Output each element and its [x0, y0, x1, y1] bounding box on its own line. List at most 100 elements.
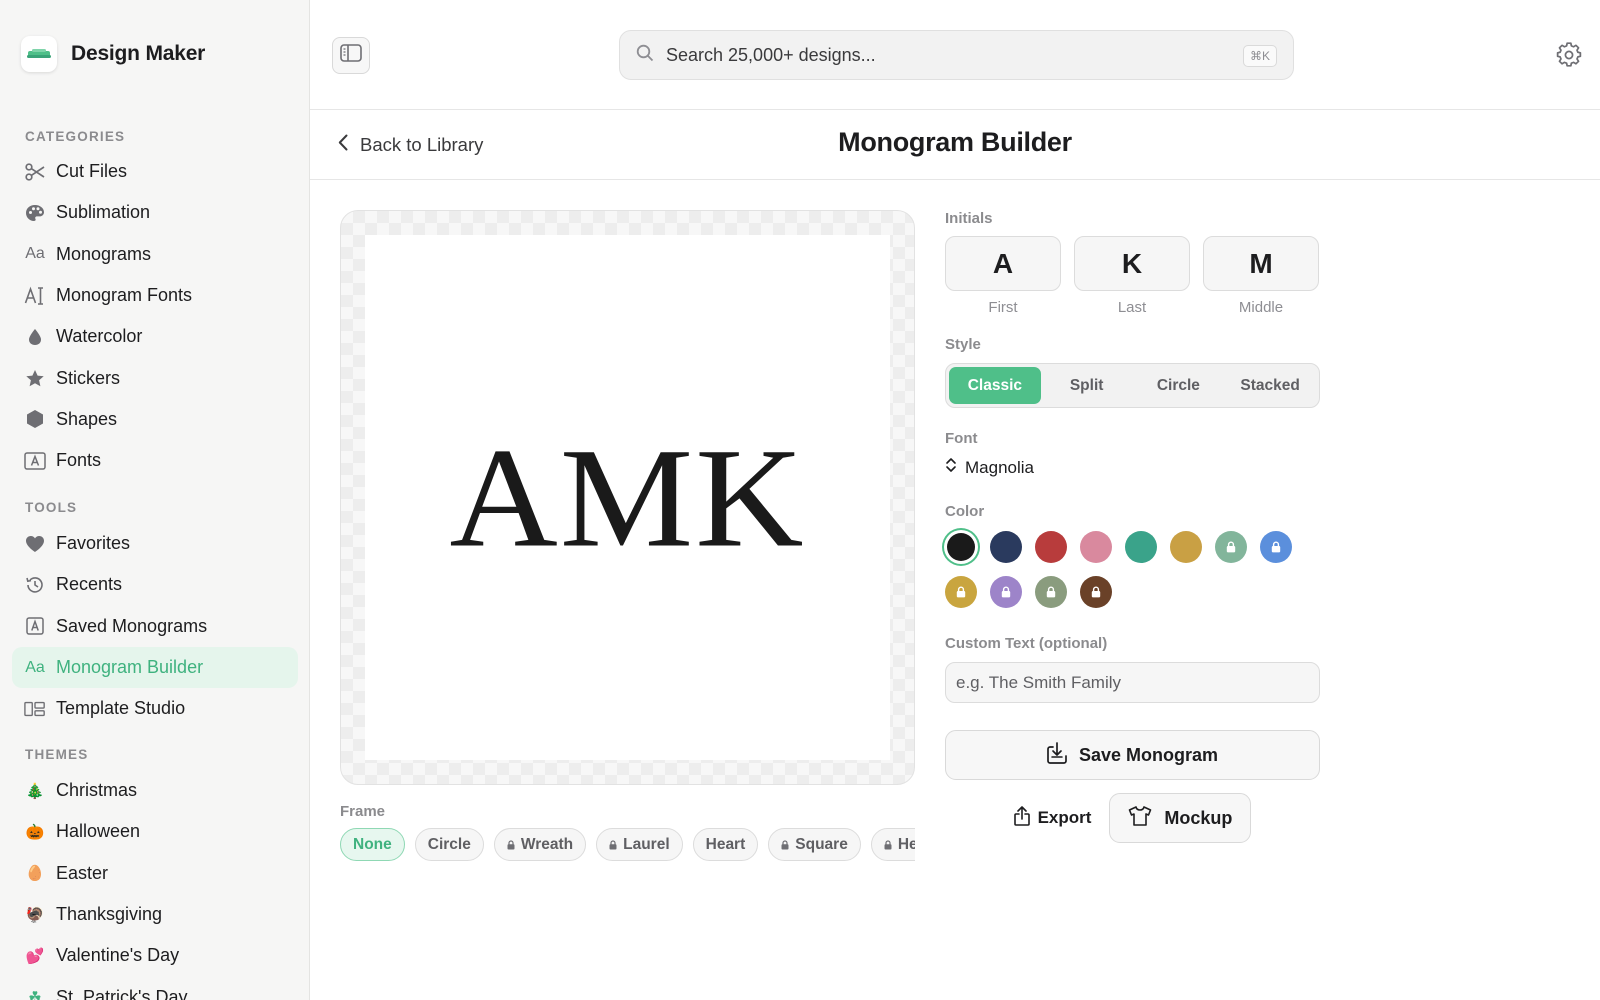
style-option-circle[interactable]: Circle [1133, 367, 1225, 404]
pumpkin-icon: 🎃 [25, 823, 45, 841]
color-swatch[interactable] [1080, 576, 1112, 608]
frame-option-heart[interactable]: Heart [692, 828, 759, 861]
color-swatch[interactable] [945, 576, 977, 608]
sidebar-item-label: Shapes [56, 408, 118, 429]
sidebar-item-monogram-fonts[interactable]: Monogram Fonts [12, 275, 298, 316]
sidebar-item-label: Recents [56, 574, 123, 595]
color-swatch[interactable] [1260, 531, 1292, 563]
color-swatch[interactable] [990, 576, 1022, 608]
frame-option-square[interactable]: Square [768, 828, 861, 861]
style-option-classic[interactable]: Classic [949, 367, 1041, 404]
sidebar-item-monograms[interactable]: Aa Monograms [12, 234, 298, 275]
app-window: Design Maker CATEGORIES Cut Files Sublim… [0, 0, 1600, 1000]
font-label: Font [945, 430, 978, 447]
text-aa-icon: Aa [25, 245, 45, 263]
sidebar-item-label: Monogram Fonts [56, 285, 193, 306]
sidebar-item-fonts[interactable]: Fonts [12, 440, 298, 481]
color-swatches [945, 531, 1305, 608]
color-swatch[interactable] [1035, 576, 1067, 608]
color-swatch[interactable] [1170, 531, 1202, 563]
save-label: Save Monogram [1078, 744, 1219, 765]
sidebar-item-label: Easter [56, 862, 109, 883]
frame-option-truncated[interactable]: He [870, 828, 915, 861]
sidebar-item-shapes[interactable]: Shapes [12, 399, 298, 440]
sidebar-item-sublimation[interactable]: Sublimation [12, 192, 298, 233]
style-option-split[interactable]: Split [1041, 367, 1133, 404]
sidebar-item-watercolor[interactable]: Watercolor [12, 316, 298, 357]
sidebar-item-label: Template Studio [56, 698, 186, 719]
mockup-label: Mockup [1164, 807, 1233, 828]
brand[interactable]: Design Maker [21, 36, 205, 72]
color-swatch[interactable] [947, 533, 975, 561]
sidebar-item-halloween[interactable]: 🎃 Halloween [12, 811, 298, 852]
chip-label: Heart [705, 835, 746, 853]
lock-icon [884, 839, 892, 849]
sidebar-item-easter[interactable]: 🥚 Easter [12, 853, 298, 894]
color-swatch[interactable] [1125, 531, 1157, 563]
frame-option-circle[interactable]: Circle [414, 828, 484, 861]
custom-text-input[interactable] [945, 662, 1320, 703]
frame-option-laurel[interactable]: Laurel [596, 828, 683, 861]
color-swatch[interactable] [1035, 531, 1067, 563]
hearts-icon: 💕 [25, 947, 45, 965]
settings-button[interactable] [1556, 42, 1582, 68]
sidebar-item-monogram-builder[interactable]: Aa Monogram Builder [12, 646, 298, 689]
sidebar-item-label: Thanksgiving [56, 904, 163, 925]
search-input[interactable] [666, 44, 1226, 66]
chevron-up-down-icon [945, 457, 957, 478]
frame-option-wreath[interactable]: Wreath [493, 828, 587, 861]
sidebar-item-stickers[interactable]: Stickers [12, 357, 298, 398]
sidebar-item-saved-monograms[interactable]: Saved Monograms [12, 606, 298, 647]
heart-icon [24, 533, 46, 555]
sidebar-item-st-patricks-day[interactable]: ☘ St. Patrick's Day [12, 976, 298, 1000]
color-swatch[interactable] [1080, 531, 1112, 563]
chip-label: None [353, 835, 392, 853]
sidebar-item-christmas[interactable]: 🎄 Christmas [12, 770, 298, 811]
sidebar-item-favorites[interactable]: Favorites [12, 523, 298, 564]
chevron-left-icon [338, 134, 348, 156]
search-bar[interactable]: ⌘K [619, 30, 1294, 80]
page-header: Monogram Builder Back to Library [310, 110, 1600, 180]
color-swatch[interactable] [1215, 531, 1247, 563]
initial-middle: M Middle [1203, 236, 1319, 316]
initial-caption: First [988, 299, 1018, 316]
shamrock-icon: ☘ [28, 989, 42, 1000]
initial-last-input[interactable]: K [1074, 236, 1190, 291]
sidebar-item-label: Sublimation [56, 202, 151, 223]
search-icon [636, 44, 654, 67]
sidebar-item-valentines-day[interactable]: 💕 Valentine's Day [12, 935, 298, 976]
style-option-stacked[interactable]: Stacked [1224, 367, 1316, 404]
chip-label: He [897, 835, 915, 853]
frame-option-none[interactable]: None [340, 828, 405, 861]
sidebar-item-label: Monogram Builder [56, 657, 204, 678]
scissors-icon [24, 161, 46, 183]
sidebar-item-label: Stickers [56, 367, 121, 388]
sidebar-item-template-studio[interactable]: Template Studio [12, 688, 298, 729]
sidebar-item-thanksgiving[interactable]: 🦃 Thanksgiving [12, 894, 298, 935]
sidebar-item-cut-files[interactable]: Cut Files [12, 151, 298, 192]
lock-icon [1001, 586, 1011, 598]
initial-first-input[interactable]: A [945, 236, 1061, 291]
lock-icon [609, 839, 617, 849]
sidebar-item-label: Favorites [56, 533, 131, 554]
color-label: Color [945, 503, 985, 520]
text-aa-icon: Aa [25, 658, 45, 676]
save-monogram-button[interactable]: Save Monogram [945, 730, 1320, 780]
categories-label: CATEGORIES [25, 129, 126, 144]
export-button[interactable]: Export [1013, 805, 1091, 831]
sidebar-item-label: St. Patrick's Day [56, 986, 188, 1000]
color-swatch[interactable] [990, 531, 1022, 563]
frame-options: None Circle Wreath Laurel Heart Square H… [340, 828, 915, 864]
mockup-button[interactable]: Mockup [1109, 793, 1252, 843]
initial-middle-input[interactable]: M [1203, 236, 1319, 291]
sidebar-item-recents[interactable]: Recents [12, 564, 298, 605]
lock-icon [507, 839, 515, 849]
sidebar: Design Maker CATEGORIES Cut Files Sublim… [0, 0, 310, 1000]
back-to-library-link[interactable]: Back to Library [338, 134, 483, 156]
sidebar-toggle-button[interactable] [332, 37, 370, 74]
history-icon [24, 574, 46, 596]
saved-monogram-icon [24, 615, 46, 637]
monogram-preview-text: AMK [449, 418, 806, 577]
font-select[interactable]: Magnolia [945, 457, 1320, 478]
initials-label: Initials [945, 210, 993, 227]
